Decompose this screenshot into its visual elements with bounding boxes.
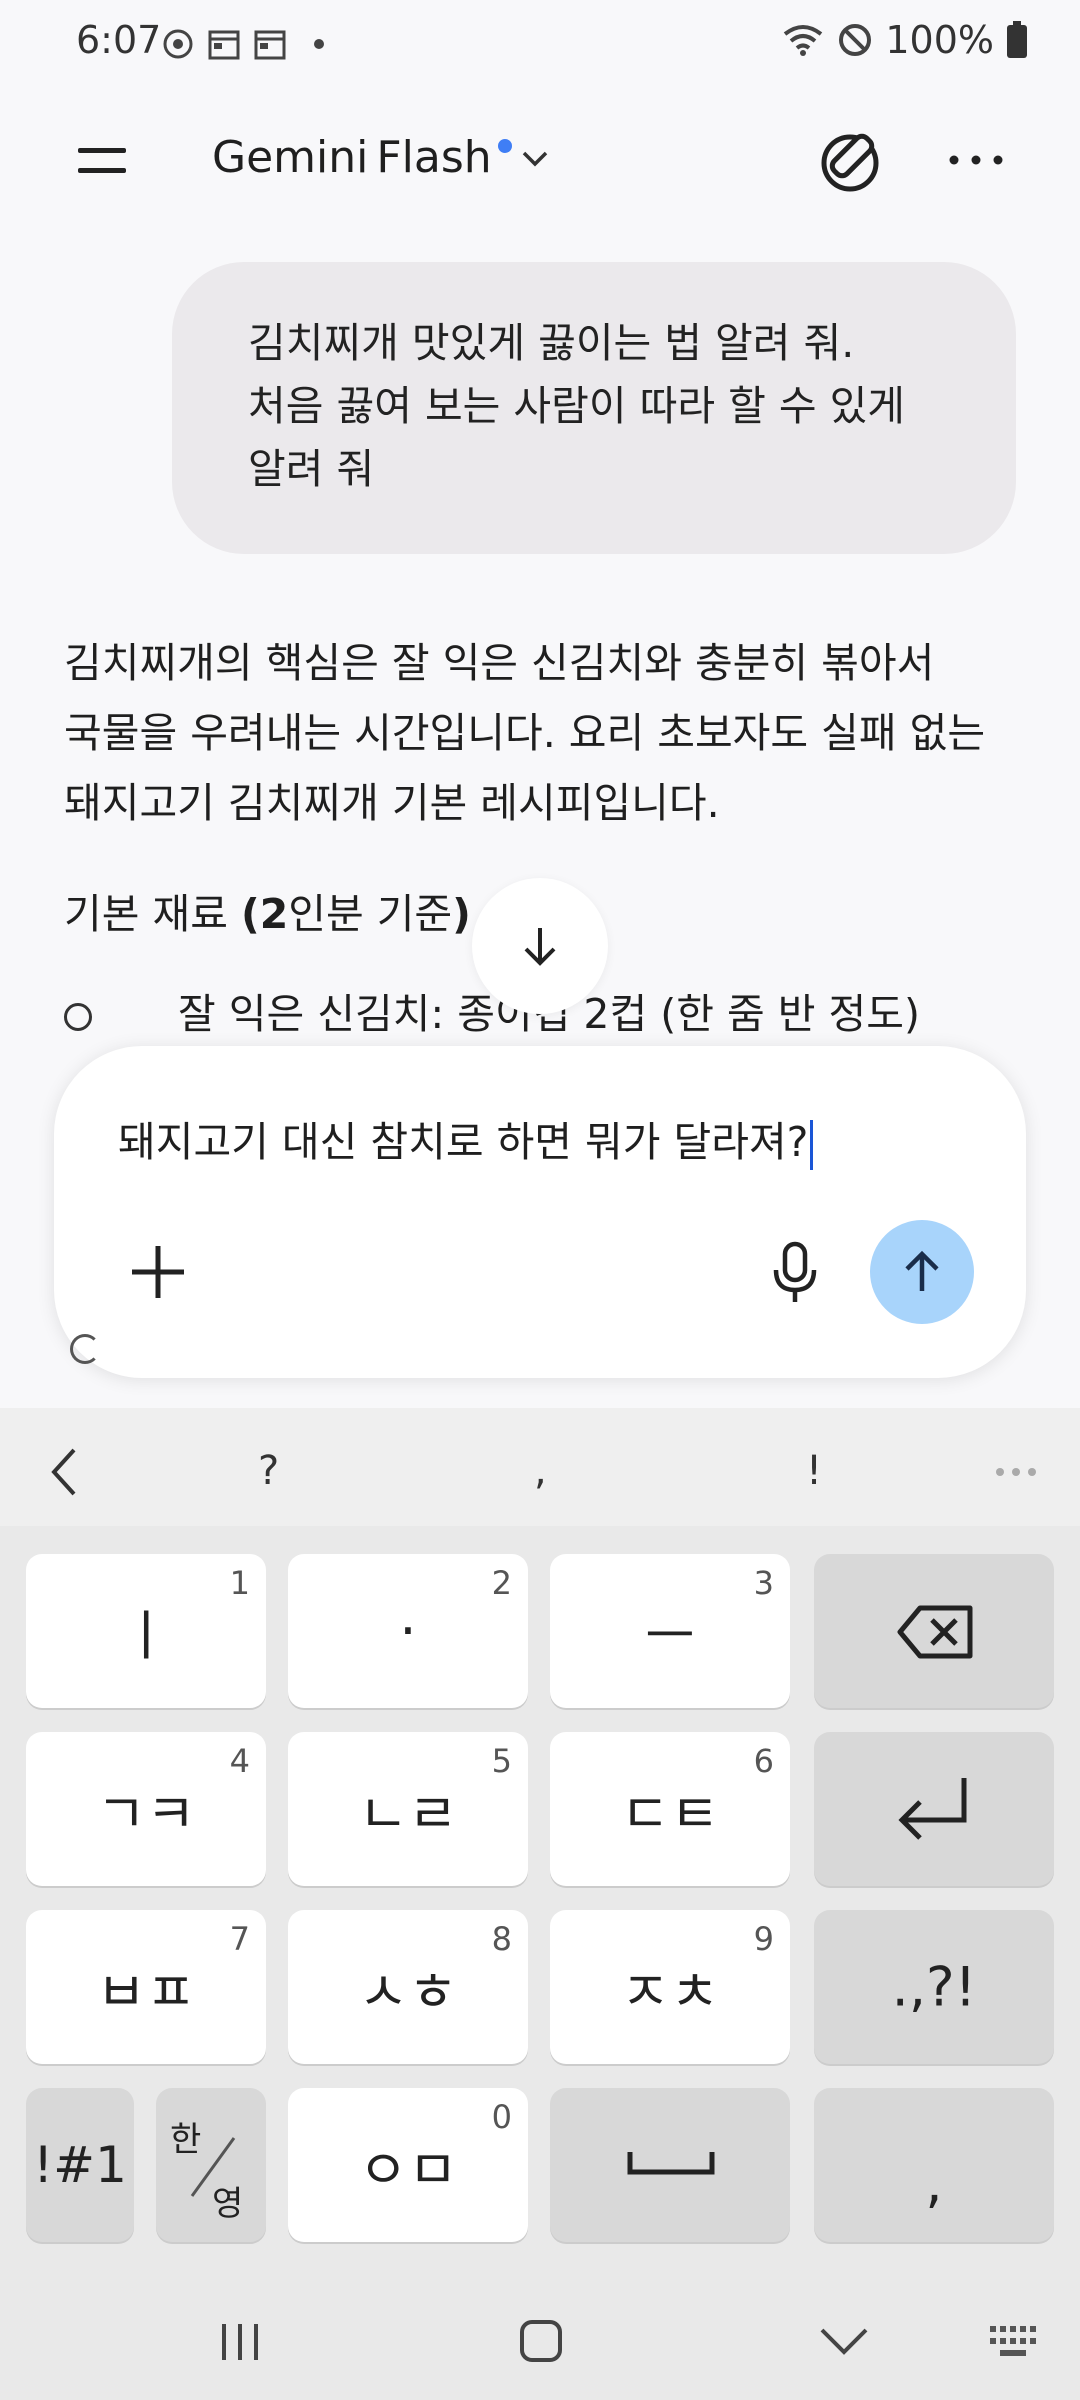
recent-apps-icon[interactable]: [218, 2320, 262, 2364]
sync-icon: [163, 29, 193, 59]
symbols-key[interactable]: !#1: [26, 2088, 134, 2242]
response-line: 국물을 우려내는 시간입니다. 요리 초보자도 실패 없는: [64, 709, 986, 757]
enter-key[interactable]: [814, 1732, 1054, 1886]
wifi-icon: [784, 25, 823, 56]
calendar-icon: [254, 30, 286, 60]
more-options-icon[interactable]: [946, 150, 1006, 170]
user-message-line: 처음 끓여 보는 사람이 따라 할 수 있게: [248, 382, 906, 430]
keyboard-suggestion-bar: ? , !: [0, 1408, 1080, 1526]
do-not-disturb-icon: [839, 24, 872, 56]
notification-icons: [160, 26, 324, 62]
key-4[interactable]: ㄱㅋ 4: [26, 1732, 266, 1886]
suggestion-item[interactable]: ?: [258, 1448, 279, 1494]
calendar-icon: [208, 30, 240, 60]
key-0[interactable]: ㅇㅁ 0: [288, 2088, 528, 2242]
user-message-line: 김치찌개 맛있게 끓이는 법 알려 줘.: [248, 319, 855, 367]
menu-icon[interactable]: [78, 144, 128, 178]
bullet-marker: [70, 1334, 100, 1364]
section-title-bold-part: (2: [240, 890, 289, 938]
home-icon[interactable]: [518, 2318, 564, 2364]
section-title: 기본 재료 (2인분 기준): [64, 890, 471, 938]
hide-keyboard-icon[interactable]: [818, 2326, 870, 2356]
space-key[interactable]: [550, 2088, 790, 2242]
app-header: Gemini Flash: [0, 100, 1080, 220]
assistant-response: 김치찌개의 핵심은 잘 익은 신김치와 충분히 볶아서 국물을 우려내는 시간입…: [64, 628, 1024, 838]
scroll-to-bottom-button[interactable]: [472, 878, 608, 1014]
punctuation-key[interactable]: .,?!: [814, 1910, 1054, 2064]
system-navigation-bar: [0, 2290, 1080, 2400]
text-caret: [810, 1120, 814, 1170]
key-5[interactable]: ㄴㄹ 5: [288, 1732, 528, 1886]
key-2[interactable]: · 2: [288, 1554, 528, 1708]
response-line: 돼지고기 김치찌개 기본 레시피입니다.: [64, 779, 720, 827]
key-3[interactable]: ㅡ3: [550, 1554, 790, 1708]
chevron-left-icon[interactable]: [44, 1444, 84, 1500]
bullet-marker: [64, 1003, 92, 1031]
comma-key[interactable]: ,: [814, 2088, 1054, 2242]
model-name: Flash: [376, 132, 492, 183]
app-name: Gemini: [212, 132, 369, 183]
space-bar-icon: [627, 2152, 715, 2175]
chevron-down-icon: [522, 151, 547, 166]
add-attachment-icon[interactable]: [128, 1242, 188, 1302]
suggestion-item[interactable]: !: [806, 1448, 822, 1494]
battery-percent: 100%: [885, 18, 994, 62]
user-message-line: 알려 줘: [248, 445, 375, 493]
more-notifications-dot: [314, 39, 324, 49]
backspace-key[interactable]: [814, 1554, 1054, 1708]
key-8[interactable]: ㅅㅎ 8: [288, 1910, 528, 2064]
key-1[interactable]: ㅣ1: [26, 1554, 266, 1708]
keyboard-icon[interactable]: [988, 2324, 1040, 2358]
battery-icon: [1007, 21, 1027, 58]
user-message-text: 김치찌개 맛있게 끓이는 법 알려 줘. 처음 끓여 보는 사람이 따라 할 수…: [248, 312, 988, 501]
status-right: 100%: [781, 18, 1028, 62]
key-9[interactable]: ㅈㅊ 9: [550, 1910, 790, 2064]
arrow-down-icon: [524, 928, 556, 966]
status-bar: 6:07 100%: [0, 0, 1080, 90]
more-suggestions-icon[interactable]: [994, 1466, 1038, 1478]
suggestion-item[interactable]: ,: [534, 1448, 547, 1494]
status-time: 6:07: [76, 18, 162, 62]
backspace-icon: [897, 1605, 973, 1659]
enter-icon: [898, 1778, 967, 1840]
send-button[interactable]: [870, 1220, 974, 1324]
key-7[interactable]: ㅂㅍ 7: [26, 1910, 266, 2064]
key-6[interactable]: ㄷㅌ 6: [550, 1732, 790, 1886]
model-selector[interactable]: Gemini Flash: [212, 132, 552, 183]
response-line: 김치찌개의 핵심은 잘 익은 신김치와 충분히 볶아서: [64, 639, 935, 687]
new-chat-edit-icon[interactable]: [815, 125, 885, 195]
prompt-input[interactable]: 돼지고기 대신 참치로 하면 뭐가 달라져?: [118, 1108, 814, 1170]
lang-english-label: 영: [212, 2184, 244, 2224]
prompt-input-card: [54, 1046, 1026, 1378]
microphone-icon[interactable]: [770, 1240, 820, 1306]
language-switch-key[interactable]: 한 영: [156, 2088, 266, 2242]
arrow-up-icon: [905, 1250, 939, 1291]
new-indicator-dot: [497, 138, 512, 153]
